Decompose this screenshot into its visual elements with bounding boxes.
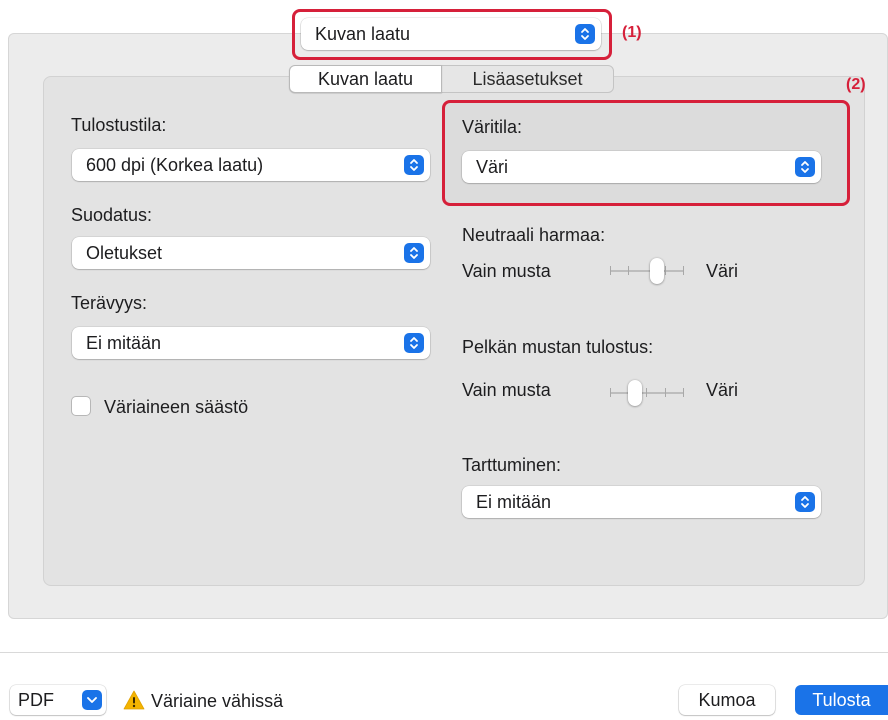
slider-tick	[628, 266, 629, 275]
sharpness-value: Ei mitään	[86, 333, 162, 353]
sharpness-label: Terävyys:	[71, 293, 148, 313]
chevron-updown-icon	[575, 24, 595, 44]
slider-tick	[683, 388, 684, 397]
preset-popup-value: Kuvan laatu	[315, 24, 411, 44]
slider-knob[interactable]	[650, 258, 664, 284]
chevron-updown-icon	[404, 243, 424, 263]
trapping-popup[interactable]: Ei mitään	[462, 486, 821, 518]
slider-tick	[665, 388, 666, 397]
tab-advanced[interactable]: Lisäasetukset	[441, 65, 614, 93]
warning-text: Väriaine vähissä	[151, 691, 284, 711]
color-mode-popup[interactable]: Väri	[462, 151, 821, 183]
trapping-value: Ei mitään	[476, 492, 552, 512]
slider-tick	[610, 388, 611, 397]
slider-track	[610, 270, 684, 272]
color-mode-value: Väri	[476, 157, 509, 177]
toner-save-checkbox[interactable]	[72, 397, 90, 415]
pure-black-label: Pelkän mustan tulostus:	[462, 337, 654, 357]
pure-black-right-label: Väri	[706, 380, 739, 400]
print-button[interactable]: Tulosta	[795, 685, 888, 715]
chevron-updown-icon	[795, 157, 815, 177]
slider-tick	[683, 266, 684, 275]
neutral-gray-left-label: Vain musta	[462, 261, 551, 281]
print-mode-value: 600 dpi (Korkea laatu)	[86, 155, 264, 175]
toner-save-label: Väriaineen säästö	[104, 397, 249, 417]
chevron-down-icon	[82, 690, 102, 710]
color-mode-label: Väritila:	[462, 117, 523, 137]
chevron-updown-icon	[404, 155, 424, 175]
trapping-label: Tarttuminen:	[462, 455, 562, 475]
pure-black-slider[interactable]	[610, 378, 684, 408]
tab-image-quality[interactable]: Kuvan laatu	[289, 65, 442, 93]
sharpness-popup[interactable]: Ei mitään	[72, 327, 430, 359]
slider-track	[610, 392, 684, 394]
neutral-gray-slider[interactable]	[610, 256, 684, 286]
cancel-button-label: Kumoa	[698, 689, 756, 710]
slider-tick	[646, 388, 647, 397]
filter-value: Oletukset	[86, 243, 163, 263]
pdf-label: PDF	[18, 689, 54, 710]
pure-black-left-label: Vain musta	[462, 380, 551, 400]
filter-popup[interactable]: Oletukset	[72, 237, 430, 269]
tab-advanced-label: Lisäasetukset	[472, 68, 583, 89]
annotation-label-1: (1)	[622, 24, 642, 41]
filter-label: Suodatus:	[71, 205, 153, 225]
chevron-updown-icon	[404, 333, 424, 353]
print-button-label: Tulosta	[812, 689, 871, 710]
chevron-updown-icon	[795, 492, 815, 512]
slider-tick	[665, 266, 666, 275]
preset-popup[interactable]: Kuvan laatu	[301, 18, 601, 50]
slider-knob[interactable]	[628, 380, 642, 406]
print-mode-label: Tulostustila:	[71, 115, 167, 135]
pdf-menu-button[interactable]: PDF	[10, 685, 106, 715]
annotation-label-2: (2)	[846, 76, 866, 93]
tab-image-quality-label: Kuvan laatu	[317, 68, 414, 89]
warning-icon	[123, 689, 145, 711]
neutral-gray-right-label: Väri	[706, 261, 739, 281]
bottom-divider	[0, 652, 888, 653]
print-mode-popup[interactable]: 600 dpi (Korkea laatu)	[72, 149, 430, 181]
cancel-button[interactable]: Kumoa	[679, 685, 775, 715]
slider-tick	[610, 266, 611, 275]
neutral-gray-label: Neutraali harmaa:	[462, 225, 606, 245]
